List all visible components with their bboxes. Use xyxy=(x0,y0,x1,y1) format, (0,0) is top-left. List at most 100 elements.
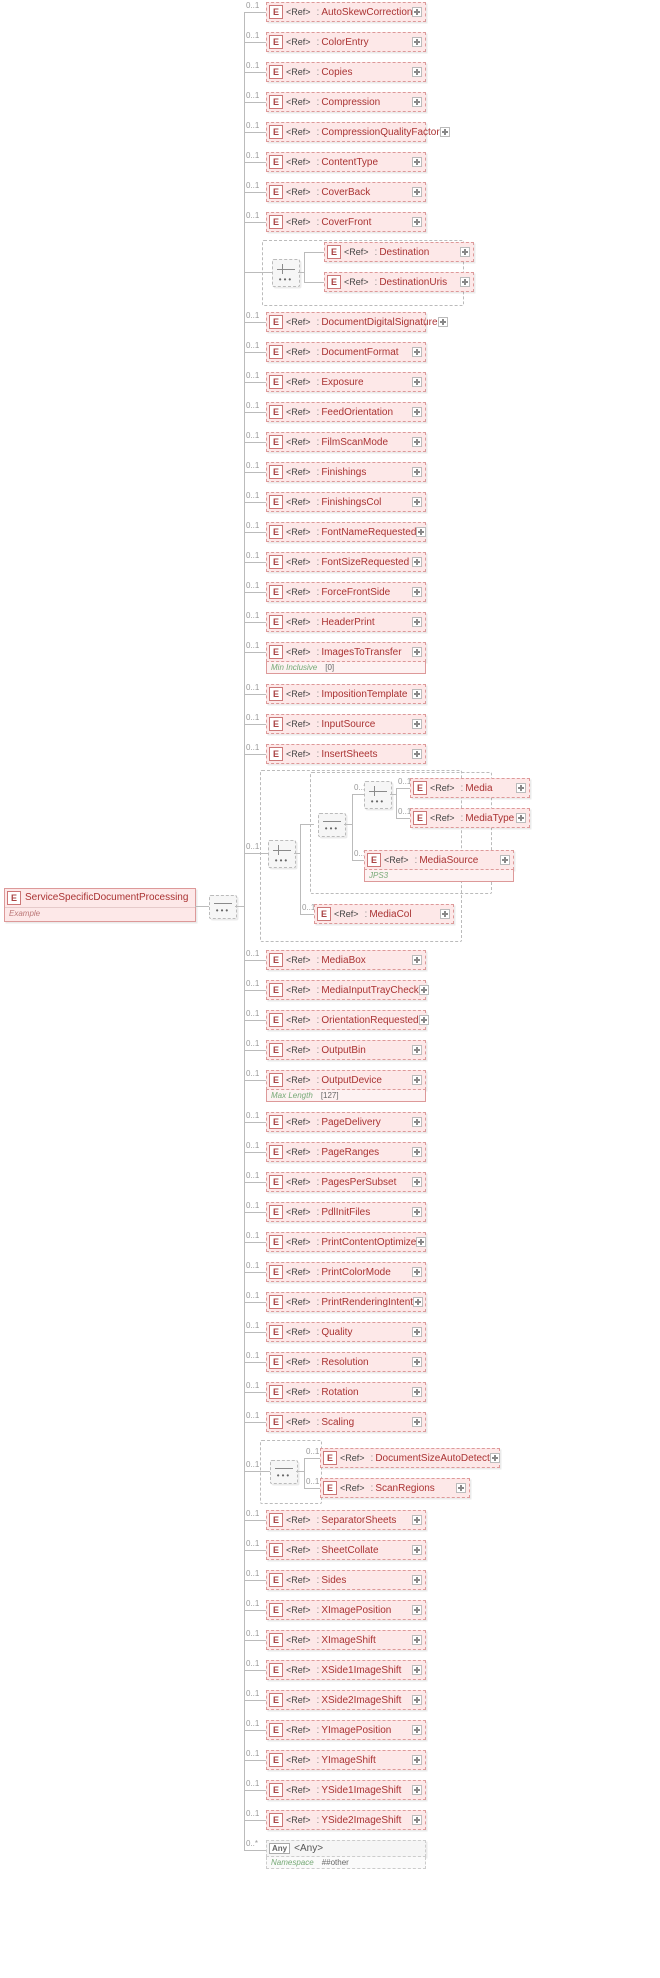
ref-marker: <Ref> xyxy=(286,719,311,729)
choice-compositor xyxy=(272,259,300,287)
expand-icon[interactable] xyxy=(412,97,422,107)
expand-icon[interactable] xyxy=(412,1147,422,1157)
expand-icon[interactable] xyxy=(412,955,422,965)
expand-icon[interactable] xyxy=(440,909,450,919)
element-name: PrintColorMode xyxy=(321,1267,390,1278)
expand-icon[interactable] xyxy=(412,1327,422,1337)
ref-marker: <Ref> xyxy=(286,407,311,417)
element-type-marker: E xyxy=(269,1723,283,1737)
expand-icon[interactable] xyxy=(412,1635,422,1645)
connector xyxy=(396,788,397,818)
expand-icon[interactable] xyxy=(456,1483,466,1493)
expand-icon[interactable] xyxy=(412,689,422,699)
expand-icon[interactable] xyxy=(440,127,450,137)
expand-icon[interactable] xyxy=(412,377,422,387)
expand-icon[interactable] xyxy=(412,1045,422,1055)
expand-icon[interactable] xyxy=(412,1387,422,1397)
occurrence-label: 0..1 xyxy=(246,1231,259,1240)
expand-icon[interactable] xyxy=(516,813,526,823)
expand-icon[interactable] xyxy=(412,497,422,507)
expand-icon[interactable] xyxy=(412,187,422,197)
expand-icon[interactable] xyxy=(412,587,422,597)
ref-marker: <Ref> xyxy=(286,97,311,107)
sequence-compositor xyxy=(318,813,346,837)
occurrence-label: 0..1 xyxy=(246,1629,259,1638)
ref-marker: <Ref> xyxy=(286,67,311,77)
ref-marker: <Ref> xyxy=(286,1297,311,1307)
connector xyxy=(244,502,266,503)
occurrence-label: 0..1 xyxy=(246,1,259,10)
expand-icon[interactable] xyxy=(412,1515,422,1525)
connector xyxy=(244,72,266,73)
element-mediabox: E<Ref>: MediaBox xyxy=(266,950,426,970)
connector xyxy=(304,1458,305,1488)
expand-icon[interactable] xyxy=(500,855,510,865)
expand-icon[interactable] xyxy=(419,1015,429,1025)
element-orientationrequested: E<Ref>: OrientationRequested xyxy=(266,1010,426,1030)
expand-icon[interactable] xyxy=(412,437,422,447)
expand-icon[interactable] xyxy=(412,1177,422,1187)
occurrence-label: 0..1 xyxy=(246,1381,259,1390)
expand-icon[interactable] xyxy=(412,1785,422,1795)
expand-icon[interactable] xyxy=(412,1357,422,1367)
connector xyxy=(244,102,266,103)
expand-icon[interactable] xyxy=(412,347,422,357)
expand-icon[interactable] xyxy=(412,1545,422,1555)
expand-icon[interactable] xyxy=(412,1075,422,1085)
expand-icon[interactable] xyxy=(416,1237,426,1247)
expand-icon[interactable] xyxy=(412,1815,422,1825)
expand-icon[interactable] xyxy=(412,67,422,77)
expand-icon[interactable] xyxy=(412,557,422,567)
expand-icon[interactable] xyxy=(460,277,470,287)
expand-icon[interactable] xyxy=(412,1665,422,1675)
element-type-marker: E xyxy=(269,687,283,701)
expand-icon[interactable] xyxy=(412,1575,422,1585)
expand-icon[interactable] xyxy=(490,1453,500,1463)
expand-icon[interactable] xyxy=(412,749,422,759)
expand-icon[interactable] xyxy=(412,467,422,477)
element-sheetcollate: E<Ref>: SheetCollate xyxy=(266,1540,426,1560)
element-type-marker: E xyxy=(269,1355,283,1369)
expand-icon[interactable] xyxy=(412,1755,422,1765)
expand-icon[interactable] xyxy=(412,1267,422,1277)
element-type-marker: E xyxy=(269,953,283,967)
occurrence-label: 0..1 xyxy=(246,1719,259,1728)
connector xyxy=(244,1700,266,1701)
expand-icon[interactable] xyxy=(412,647,422,657)
expand-icon[interactable] xyxy=(419,985,429,995)
expand-icon[interactable] xyxy=(413,1297,423,1307)
expand-icon[interactable] xyxy=(412,1725,422,1735)
expand-icon[interactable] xyxy=(412,7,422,17)
element-sides: E<Ref>: Sides xyxy=(266,1570,426,1590)
element-type-marker: E xyxy=(323,1451,337,1465)
expand-icon[interactable] xyxy=(438,317,448,327)
element-printcontentoptimize: E<Ref>: PrintContentOptimize xyxy=(266,1232,426,1252)
expand-icon[interactable] xyxy=(516,783,526,793)
element-name: PageDelivery xyxy=(321,1117,380,1128)
expand-icon[interactable] xyxy=(416,527,426,537)
expand-icon[interactable] xyxy=(460,247,470,257)
element-type-marker: E xyxy=(269,555,283,569)
element-type-marker: E xyxy=(269,983,283,997)
expand-icon[interactable] xyxy=(412,217,422,227)
connector xyxy=(244,132,266,133)
expand-icon[interactable] xyxy=(412,1417,422,1427)
connector xyxy=(352,860,364,861)
connector xyxy=(304,252,305,282)
occurrence-label: 0..1 xyxy=(246,1749,259,1758)
expand-icon[interactable] xyxy=(412,1207,422,1217)
occurrence-label: 0..1 xyxy=(246,401,259,410)
expand-icon[interactable] xyxy=(412,617,422,627)
expand-icon[interactable] xyxy=(412,37,422,47)
element-name: FilmScanMode xyxy=(321,437,388,448)
expand-icon[interactable] xyxy=(412,719,422,729)
expand-icon[interactable] xyxy=(412,1695,422,1705)
expand-icon[interactable] xyxy=(412,157,422,167)
expand-icon[interactable] xyxy=(412,1605,422,1615)
occurrence-label: 0..1 xyxy=(246,683,259,692)
ref-marker: <Ref> xyxy=(286,1045,311,1055)
expand-icon[interactable] xyxy=(412,1117,422,1127)
root-annotation: Example xyxy=(5,907,195,919)
occurrence-label: 0..1 xyxy=(246,1039,259,1048)
expand-icon[interactable] xyxy=(412,407,422,417)
